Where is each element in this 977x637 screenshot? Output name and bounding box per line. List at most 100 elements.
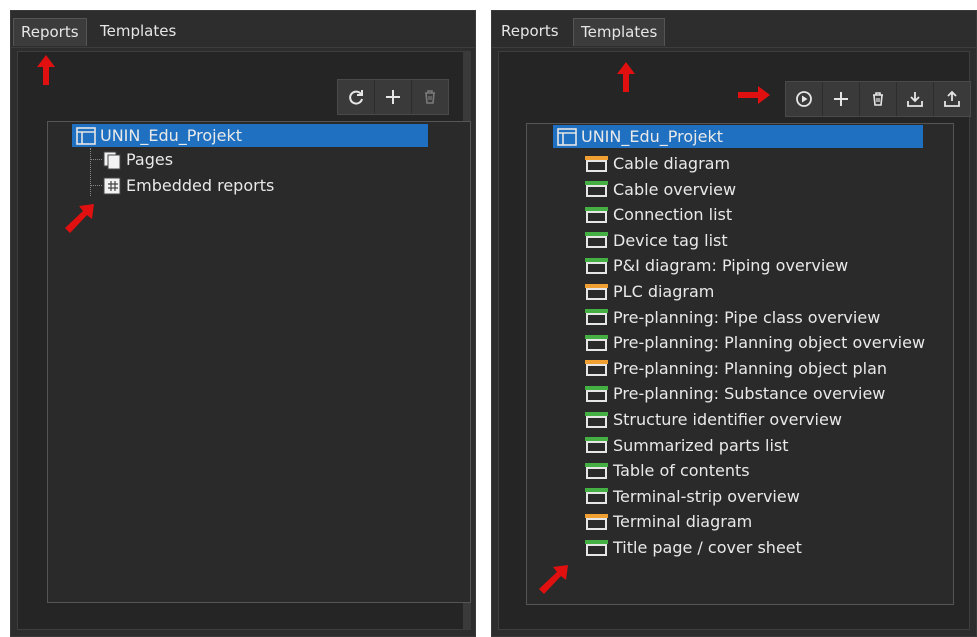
tree-item-pages[interactable]: Pages [102,148,173,171]
template-item-label: Title page / cover sheet [613,538,802,557]
plus-icon [834,92,848,106]
template-item-label: Summarized parts list [613,435,789,455]
template-item-label: Structure identifier overview [613,410,842,429]
template-item-label: Pre-planning: Substance overview [613,384,886,404]
folder-icon [585,283,608,300]
folder-body [586,364,607,377]
template-item-label: Pre-planning: Planning object plan [613,358,888,378]
folder-body [586,159,607,172]
pages-icon [103,151,121,169]
trash-icon [873,92,883,106]
import-icon [907,92,923,107]
run-button[interactable] [786,82,823,116]
delete-button[interactable] [860,82,897,116]
template-item-label: Pre-planning: Pipe class overview [613,307,881,327]
folder-icon [585,232,608,249]
tree-connector [90,148,91,196]
template-folder-item[interactable]: Table of contents [585,459,750,482]
folder-body [586,313,607,326]
template-item-label: Table of contents [613,461,750,481]
tab-templates[interactable]: Templates [93,18,183,46]
template-folder-item[interactable]: Pre-planning: Substance overview [585,382,885,405]
annotation-arrow-up-icon [37,55,55,85]
template-item-label: P&I diagram: Piping overview [613,256,849,276]
reports-toolbar [337,79,449,115]
template-item-label: Terminal diagram [613,512,753,532]
folder-icon [585,334,608,351]
folder-body [586,338,607,351]
template-folder-item[interactable]: Device tag list [585,229,728,252]
tree-root-label: UNIN_Edu_Projekt [581,127,723,146]
template-folder-item[interactable]: Title page / cover sheet [585,536,802,559]
folder-body [586,492,607,505]
plus-icon [386,90,400,104]
folder-body [586,543,607,556]
tree-item-label: Pages [126,150,174,169]
tree-item-label: Embedded reports [126,176,275,195]
delete-button[interactable] [412,80,448,114]
right-tab-bar: Reports Templates [492,11,976,48]
template-item-label: Cable diagram [613,154,731,173]
refresh-button[interactable] [338,80,375,114]
folder-body [586,466,607,479]
template-item-label: Terminal-strip overview [613,486,800,506]
project-icon [76,126,96,145]
template-folder-item[interactable]: P&I diagram: Piping overview [585,254,848,277]
template-item-label: Connection list [613,205,733,225]
template-item-label: Cable overview [613,179,737,199]
folder-icon [585,360,608,377]
templates-toolbar [785,81,971,117]
folder-icon [585,206,608,223]
template-folder-item[interactable]: Summarized parts list [585,434,789,457]
folder-body [586,210,607,223]
folder-icon [585,181,608,198]
folder-icon [585,411,608,428]
folder-body [586,185,607,198]
template-item-label: PLC diagram [613,282,715,301]
folder-icon [585,462,608,479]
template-folder-item[interactable]: Cable overview [585,178,736,201]
folder-icon [585,539,608,556]
folder-icon [585,257,608,274]
template-folder-item[interactable]: Pre-planning: Planning object overview [585,331,925,354]
left-tab-bar: Reports Templates [11,11,475,48]
export-button[interactable] [934,82,970,116]
tree-root-node[interactable]: UNIN_Edu_Projekt [553,125,923,148]
template-folder-item[interactable]: Terminal diagram [585,510,752,533]
tab-templates[interactable]: Templates [573,18,666,46]
play-icon [796,91,812,107]
template-folder-item[interactable]: Terminal-strip overview [585,485,800,508]
folder-body [586,236,607,249]
add-button[interactable] [375,80,412,114]
template-folder-item[interactable]: Cable diagram [585,152,730,175]
template-folder-item[interactable]: Structure identifier overview [585,408,842,431]
reports-panel: Reports Templates UNIN_Edu_Projekt Pages [10,10,476,637]
template-item-label: Pre-planning: Planning object overview [613,333,926,353]
annotation-arrow-diagonal-icon [539,565,568,594]
templates-tree: UNIN_Edu_Projekt Cable diagram Cable over… [526,123,954,605]
annotation-arrow-diagonal-icon [65,204,94,233]
templates-panel: Reports Templates UNIN_Edu_Projekt Cable… [491,10,977,637]
tree-root-label: UNIN_Edu_Projekt [100,126,242,145]
folder-body [586,415,607,428]
tab-reports[interactable]: Reports [13,18,87,46]
tab-reports[interactable]: Reports [494,18,566,46]
trash-icon [425,90,435,104]
panel-separator [476,0,491,637]
template-folder-item[interactable]: Pre-planning: Planning object plan [585,357,887,380]
tree-root-node[interactable]: UNIN_Edu_Projekt [72,124,428,147]
template-folder-item[interactable]: PLC diagram [585,280,714,303]
refresh-icon [349,90,363,105]
folder-icon [585,437,608,454]
import-button[interactable] [897,82,934,116]
annotation-arrow-up-icon [617,62,635,92]
folder-body [586,517,607,530]
template-folder-item[interactable]: Pre-planning: Pipe class overview [585,306,880,329]
folder-body [586,389,607,402]
add-button[interactable] [823,82,860,116]
tree-item-embedded-reports[interactable]: Embedded reports [102,174,274,197]
embedded-report-icon [103,177,121,194]
export-icon [944,90,960,107]
folder-body [586,287,607,300]
template-folder-item[interactable]: Connection list [585,203,732,226]
